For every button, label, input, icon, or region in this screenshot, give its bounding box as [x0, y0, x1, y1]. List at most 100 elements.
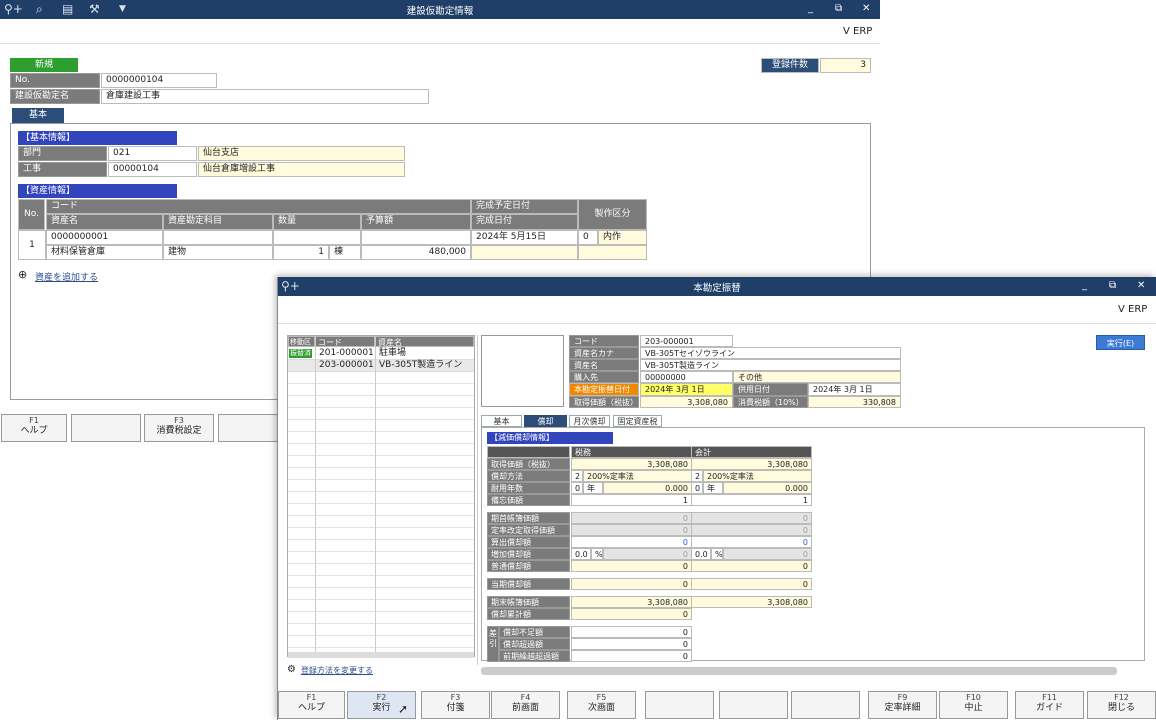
- gear-icon[interactable]: ⚙: [287, 664, 296, 675]
- dep-memo-cell-2[interactable]: 1: [691, 494, 812, 506]
- dep-add-cell-2[interactable]: %: [591, 548, 603, 560]
- cursor-icon: ➚: [398, 702, 409, 716]
- th-account: 資産勘定科目: [163, 214, 273, 230]
- row-budget[interactable]: 480,000: [361, 245, 471, 260]
- fkey-label: 実行: [372, 703, 391, 713]
- use-date-field[interactable]: 2024年 3月 1日: [808, 383, 901, 396]
- dep-prev-cell-1[interactable]: 0: [571, 650, 692, 662]
- tab-basic[interactable]: 基本: [481, 415, 522, 427]
- list-scrollbar[interactable]: [288, 652, 474, 658]
- dept-code[interactable]: 021: [108, 146, 197, 161]
- row-account[interactable]: 建物: [163, 245, 273, 260]
- asset-image-box[interactable]: [481, 335, 564, 407]
- close-icon[interactable]: ✕: [862, 3, 870, 15]
- fkey-6[interactable]: [645, 691, 714, 719]
- splitter[interactable]: [477, 335, 478, 665]
- dep-life-cell-1[interactable]: 0: [571, 482, 583, 494]
- dep-calc-cell-0: 算出償却額: [487, 536, 570, 548]
- status-badge: 新規: [10, 58, 78, 72]
- dep-life-cell-2[interactable]: 年: [583, 482, 603, 494]
- dep-method-cell-3[interactable]: 2: [691, 470, 703, 482]
- supplier-code[interactable]: 00000000: [640, 371, 733, 383]
- fkey-12[interactable]: F12 閉じる: [1087, 691, 1156, 719]
- minimize-icon[interactable]: _: [1082, 280, 1087, 292]
- fkey-11[interactable]: F11 ガイド: [1015, 691, 1084, 719]
- dep-calc-cell-2[interactable]: 0: [691, 536, 812, 548]
- name-field[interactable]: 倉庫建設工事: [101, 89, 429, 104]
- change-method-link[interactable]: 登録方法を変更する: [301, 665, 373, 676]
- fkey-3[interactable]: F3 付箋: [421, 691, 490, 719]
- dep-short-cell-1[interactable]: 0: [571, 626, 692, 638]
- dep-accum-cell-1: 0: [571, 608, 692, 620]
- fkey-10[interactable]: F10 中止: [939, 691, 1008, 719]
- row-qty[interactable]: 1: [273, 245, 329, 260]
- h-scrollbar[interactable]: [481, 667, 1117, 675]
- exec-button[interactable]: 実行(E): [1096, 335, 1145, 350]
- asset-name-field[interactable]: VB-305T製造ライン: [640, 359, 901, 371]
- fkey-1[interactable]: F1 ヘルプ: [278, 691, 345, 719]
- fkey-5[interactable]: F5 次画面: [567, 691, 636, 719]
- dep-current-cell-0: 当期償却額: [487, 578, 570, 590]
- tab-monthly[interactable]: 月次償却: [569, 415, 610, 427]
- dep-memo-cell-1[interactable]: 1: [571, 494, 692, 506]
- dept-label: 部門: [18, 146, 107, 161]
- add-asset-link[interactable]: 資産を追加する: [35, 270, 98, 283]
- dep-life-cell-4[interactable]: 0: [691, 482, 703, 494]
- dep-over-cell-1[interactable]: 0: [571, 638, 692, 650]
- fkey-f2[interactable]: [71, 414, 141, 442]
- dep-add-cell-5[interactable]: %: [711, 548, 723, 560]
- transfer-date-field[interactable]: 2024年 3月 1日: [640, 383, 733, 396]
- dep-method-cell-1[interactable]: 2: [571, 470, 583, 482]
- dep-calc-cell-1[interactable]: 0: [571, 536, 692, 548]
- kana-field[interactable]: VB-305Tセイゾウライン: [640, 347, 901, 359]
- tab-property-tax[interactable]: 固定資産税: [613, 415, 662, 427]
- brand: V ERP: [843, 26, 873, 37]
- dep-cost-cell-2: 3,308,080: [691, 458, 812, 470]
- close-icon[interactable]: ✕: [1137, 280, 1145, 292]
- restore-icon[interactable]: ⧉: [1109, 280, 1116, 292]
- fkey-7[interactable]: [719, 691, 788, 719]
- tab-depreciation[interactable]: 償却: [524, 415, 567, 427]
- dep-normal-cell-2: 0: [691, 560, 812, 572]
- list-header-code: コード: [315, 336, 375, 347]
- dep-prev-cell-0: 前期繰越超過額: [499, 650, 570, 662]
- no-field[interactable]: 0000000104: [101, 73, 217, 88]
- row-code[interactable]: 0000000001: [46, 230, 163, 245]
- dep-add-cell-1[interactable]: 0.0: [571, 548, 591, 560]
- fkey-f3[interactable]: F3 消費税設定: [144, 414, 214, 442]
- fkey-8[interactable]: [791, 691, 860, 719]
- dep-revised-cell-0: 定率改定取得価額: [487, 524, 570, 536]
- dep-life-cell-3: 0.000: [603, 482, 692, 494]
- dep-life-cell-6: 0.000: [723, 482, 812, 494]
- th-budget: 予算額: [361, 214, 471, 230]
- row-done-date[interactable]: [471, 245, 578, 260]
- row-make-code[interactable]: 0: [578, 230, 598, 245]
- dep-life-cell-5[interactable]: 年: [703, 482, 723, 494]
- minimize-icon[interactable]: _: [808, 3, 813, 15]
- fkey-key: F9: [897, 693, 908, 702]
- tab-basic[interactable]: 基本: [12, 108, 64, 123]
- supplier-label: 購入先: [569, 371, 639, 383]
- fkey-label: ガイド: [1035, 703, 1063, 713]
- dep-normal-cell-1: 0: [571, 560, 692, 572]
- work-code[interactable]: 00000104: [108, 162, 197, 177]
- list-code: 201-000001: [319, 348, 374, 358]
- dep-method-cell-4: 200%定率法: [703, 470, 812, 482]
- dep-method-cell-0: 償却方法: [487, 470, 570, 482]
- dep-open-cell-1: 0: [571, 512, 692, 524]
- dep-revised-cell-2: 0: [691, 524, 812, 536]
- row-no: 1: [18, 230, 46, 260]
- row-plan-date[interactable]: 2024年 5月15日: [471, 230, 578, 245]
- tax-field: 330,808: [808, 396, 901, 408]
- plus-circle-icon[interactable]: ⊕: [18, 268, 27, 281]
- dep-add-cell-4[interactable]: 0.0: [691, 548, 711, 560]
- th-code: コード: [46, 199, 471, 214]
- dep-open-cell-0: 期首帳簿価額: [487, 512, 570, 524]
- fkey-f1[interactable]: F1 ヘルプ: [1, 414, 67, 442]
- fkey-9[interactable]: F9 定率詳細: [868, 691, 937, 719]
- code-field[interactable]: 203-000001: [640, 335, 733, 347]
- fkey-label: 閉じる: [1107, 703, 1135, 713]
- restore-icon[interactable]: ⧉: [835, 3, 842, 15]
- row-name[interactable]: 材料保管倉庫: [46, 245, 163, 260]
- fkey-4[interactable]: F4 前画面: [491, 691, 560, 719]
